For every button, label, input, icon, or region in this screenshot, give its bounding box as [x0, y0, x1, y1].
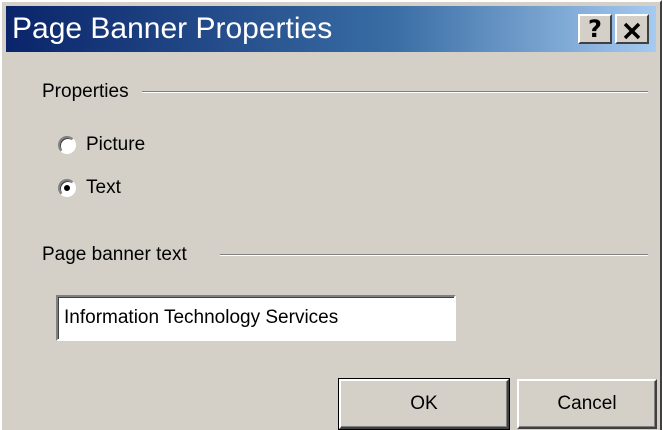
help-icon: ? [588, 14, 602, 43]
page-banner-properties-dialog: Page Banner Properties ? Properties Pict… [0, 0, 662, 430]
banner-text-group-label: Page banner text [42, 244, 195, 266]
text-radio-button[interactable] [58, 179, 76, 197]
banner-text-input[interactable] [56, 295, 456, 341]
banner-text-group-divider [220, 254, 648, 256]
title-bar[interactable]: Page Banner Properties ? [6, 6, 656, 52]
close-button[interactable] [615, 14, 649, 44]
text-radio-label[interactable]: Text [86, 177, 121, 199]
picture-radio-label[interactable]: Picture [86, 134, 145, 156]
cancel-button[interactable]: Cancel [517, 379, 657, 429]
text-radio-option[interactable]: Text [58, 176, 121, 200]
picture-radio-option[interactable]: Picture [58, 133, 145, 157]
picture-radio-button[interactable] [58, 136, 76, 154]
properties-group-label: Properties [42, 81, 137, 103]
dialog-title: Page Banner Properties [12, 12, 333, 45]
ok-button[interactable]: OK [338, 378, 510, 430]
help-button[interactable]: ? [578, 14, 612, 44]
properties-group-divider [142, 91, 648, 93]
close-icon [623, 22, 641, 40]
